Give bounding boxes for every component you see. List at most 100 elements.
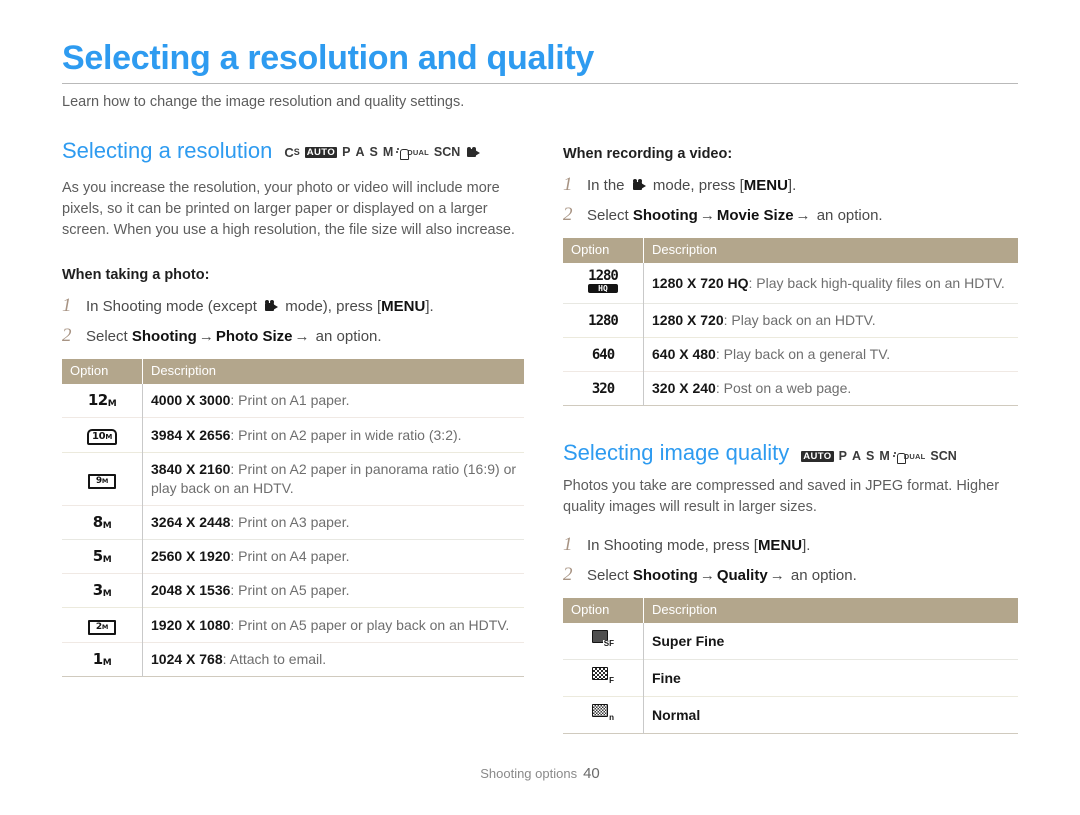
menu-key-label: MENU	[381, 298, 426, 315]
resolution-5m-icon: 5M	[92, 547, 112, 565]
shutter-mode-icon: S	[865, 449, 875, 463]
quality-normal-icon: n	[592, 704, 614, 722]
dual-is-mode-icon: DUAL	[893, 450, 926, 464]
photo-step-2: 2 Select Shooting → Photo Size → an option.	[62, 325, 524, 347]
movie-1280-icon: 1280	[588, 313, 619, 329]
column-header-option: Option	[563, 238, 644, 263]
step-prefix: In the	[587, 177, 629, 194]
table-row: 640 640 X 480: Play back on a general TV…	[563, 337, 1018, 372]
movie-desc: : Play back on an HDTV.	[723, 312, 876, 328]
manual-page: Selecting a resolution and quality Learn…	[0, 0, 1080, 815]
description-cell: 3264 X 2448: Print on A3 paper.	[143, 506, 525, 540]
page-subtitle: Learn how to change the image resolution…	[62, 94, 465, 110]
option-cell: 8M	[62, 505, 143, 540]
table-row: 1M 1024 X 768: Attach to email.	[62, 642, 524, 677]
option-cell: 12M	[62, 384, 143, 418]
video-subheading: When recording a video:	[563, 146, 733, 162]
column-header-option: Option	[563, 598, 644, 623]
video-step-2: 2 Select Shooting → Movie Size → an option.	[563, 204, 1018, 226]
photo-steps-list: 1 In Shooting mode (except mode), press …	[62, 295, 524, 347]
step-text: In the mode, press [MENU].	[587, 175, 796, 196]
manual-mode-icon: M	[879, 449, 890, 463]
movie-value: 1280 X 720	[652, 312, 724, 328]
step-end: ].	[425, 298, 434, 315]
photo-size-table: Option Description 12M 4000 X 3000: Prin…	[62, 359, 524, 677]
table-row: SF Super Fine	[563, 623, 1018, 660]
resolution-10m-icon: 10M	[87, 429, 117, 445]
step-number: 2	[563, 564, 573, 585]
aperture-mode-icon: A	[851, 449, 861, 463]
resolution-desc: : Print on A4 paper.	[230, 548, 350, 564]
step-text: Select Shooting → Movie Size → an option.	[587, 205, 883, 226]
movie-value: 1280 X 720 HQ	[652, 274, 749, 291]
table-header-row: Option Description	[563, 598, 1018, 623]
table-body: 1280 HQ 1280 X 720 HQ: Play back high-qua…	[563, 263, 1018, 406]
step-number: 1	[62, 295, 72, 316]
resolution-desc: : Attach to email.	[222, 651, 327, 667]
dual-is-mode-icon: DUAL	[397, 146, 429, 160]
right-column: When recording a video: 1 In the mode, p…	[563, 138, 1018, 734]
column-header-description: Description	[142, 359, 524, 384]
step-prefix: Select	[587, 567, 633, 584]
option-cell: 3M	[62, 573, 143, 608]
menu-path-movie-size: Movie Size	[716, 207, 794, 224]
smart-auto-mode-icon: CS	[284, 145, 300, 160]
step-prefix: Select	[86, 328, 132, 345]
table-row: 320 320 X 240: Post on a web page.	[563, 371, 1018, 406]
movie-desc: : Post on a web page.	[715, 380, 852, 396]
step-text: Select Shooting → Quality → an option.	[587, 565, 857, 586]
left-column: Selecting a resolution CS AUTO P A S M D…	[62, 138, 524, 677]
table-row: 12M 4000 X 3000: Print on A1 paper.	[62, 384, 524, 418]
video-steps-list: 1 In the mode, press [MENU]. 2 Select Sh…	[563, 174, 1018, 226]
description-cell: 4000 X 3000: Print on A1 paper.	[143, 384, 525, 418]
description-cell: 3840 X 2160: Print on A2 paper in panora…	[143, 453, 525, 506]
menu-path-photo-size: Photo Size	[215, 328, 293, 345]
resolution-desc: : Print on A2 paper in wide ratio (3:2).	[230, 426, 462, 443]
quality-steps-list: 1 In Shooting mode, press [MENU]. 2 Sele…	[563, 534, 1018, 586]
resolution-value: 1024 X 768	[151, 651, 223, 667]
movie-1280hq-icon: 1280 HQ	[588, 268, 619, 293]
resolution-value: 1920 X 1080	[151, 616, 231, 633]
menu-key-label: MENU	[743, 177, 788, 194]
option-cell: n	[563, 696, 644, 734]
photo-subheading: When taking a photo:	[62, 267, 210, 283]
quality-step-2: 2 Select Shooting → Quality → an option.	[563, 564, 1018, 586]
arrow-icon: →	[699, 207, 715, 224]
resolution-1m-icon: 1M	[92, 650, 112, 668]
description-cell: 2048 X 1536: Print on A5 paper.	[143, 574, 525, 608]
photo-step-1: 1 In Shooting mode (except mode), press …	[62, 295, 524, 317]
step-number: 2	[62, 325, 72, 346]
shutter-mode-icon: S	[369, 145, 378, 159]
movie-640-icon: 640	[591, 347, 615, 363]
scene-mode-icon: SCN	[433, 145, 461, 159]
table-body: SF Super Fine F Fine n Normal	[563, 623, 1018, 734]
step-prefix: Select	[587, 207, 633, 224]
description-cell: Super Fine	[652, 632, 725, 649]
table-header: Option Description	[563, 238, 1018, 263]
title-divider	[62, 83, 1018, 84]
description-cell: Fine	[652, 669, 681, 686]
table-row: 5M 2560 X 1920: Print on A4 paper.	[62, 539, 524, 574]
scene-mode-icon: SCN	[930, 449, 957, 463]
table-row: 1280 1280 X 720: Play back on an HDTV.	[563, 303, 1018, 338]
section-title-resolution: Selecting a resolution	[62, 138, 273, 163]
table-header: Option Description	[62, 359, 524, 384]
menu-path-shooting: Shooting	[632, 207, 698, 224]
resolution-8m-icon: 8M	[92, 513, 112, 531]
menu-path-quality: Quality	[716, 567, 768, 584]
table-row: F Fine	[563, 659, 1018, 697]
column-header-description: Description	[643, 238, 1018, 263]
video-icon	[263, 300, 279, 312]
step-suffix: mode), press [	[281, 298, 382, 315]
aperture-mode-icon: A	[355, 145, 365, 159]
resolution-desc: : Print on A1 paper.	[230, 392, 350, 408]
icon-number: 1280	[588, 268, 619, 284]
table-body: 12M 4000 X 3000: Print on A1 paper. 10M …	[62, 384, 524, 677]
menu-path-shooting: Shooting	[632, 567, 698, 584]
table-row: 10M 3984 X 2656: Print on A2 paper in wi…	[62, 417, 524, 453]
movie-value: 320 X 240	[652, 380, 716, 396]
step-end: an option.	[786, 567, 857, 584]
movie-320-icon: 320	[591, 381, 615, 397]
resolution-intro-text: As you increase the resolution, your pho…	[62, 180, 515, 238]
option-cell: 320	[563, 371, 644, 406]
